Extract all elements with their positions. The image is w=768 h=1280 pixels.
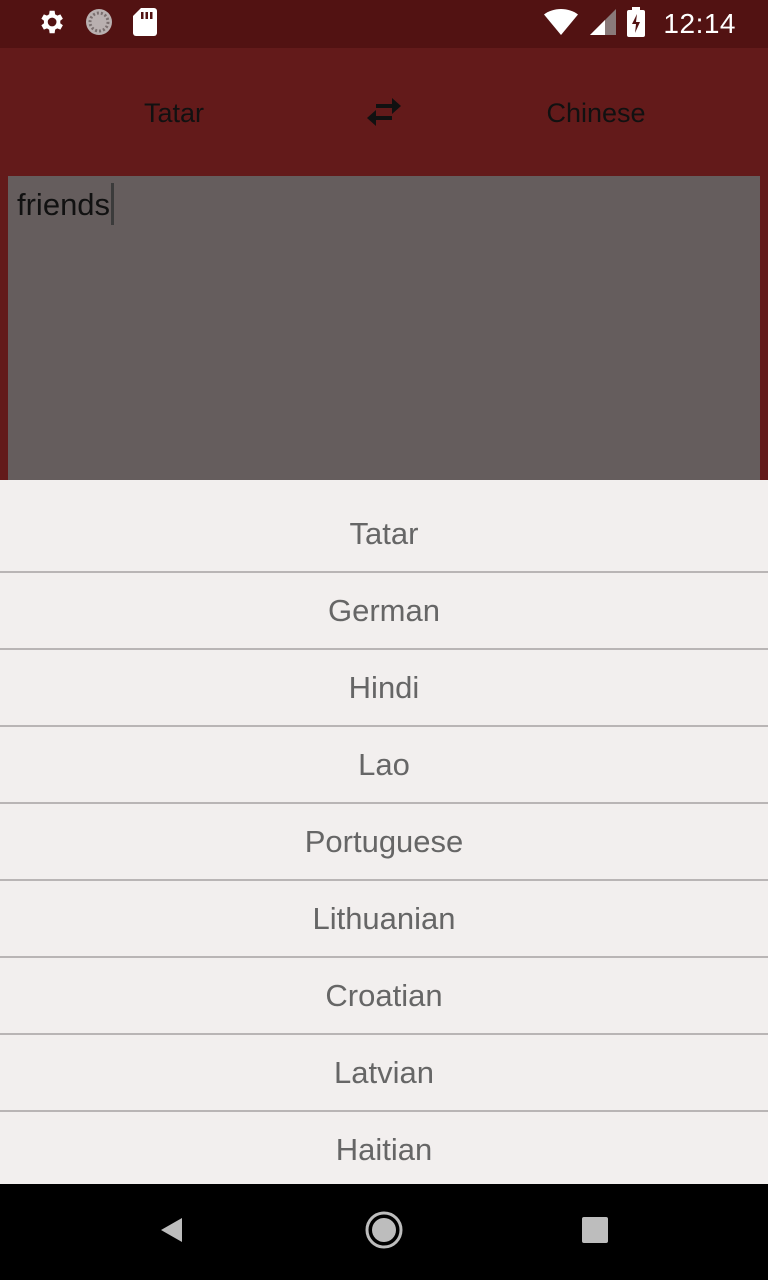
battery-charging-icon [627,6,646,42]
wifi-icon [543,8,579,41]
language-option-croatian[interactable]: Croatian [0,958,768,1035]
language-option-tatar[interactable]: Tatar [0,480,768,573]
language-option-haitian[interactable]: Haitian [0,1112,768,1184]
signal-icon [589,8,617,41]
target-language-button[interactable]: Chinese [482,78,710,148]
screen: 12:14 Tatar Chinese friends Tatar German… [0,0,768,1280]
status-right: 12:14 [543,6,768,42]
language-option-portuguese[interactable]: Portuguese [0,804,768,881]
swap-arrows-icon [364,97,404,132]
status-bar: 12:14 [0,0,768,48]
gear-icon [36,7,66,42]
recents-button[interactable] [571,1208,619,1256]
back-icon [157,1215,187,1250]
back-button[interactable] [148,1208,196,1256]
language-option-hindi[interactable]: Hindi [0,650,768,727]
status-time: 12:14 [663,8,736,39]
input-text: friends [17,187,111,223]
language-option-latvian[interactable]: Latvian [0,1035,768,1112]
home-button[interactable] [360,1208,408,1256]
recents-icon [581,1216,609,1249]
navigation-bar [0,1184,768,1280]
language-option-german[interactable]: German [0,573,768,650]
swap-languages-button[interactable] [354,86,414,142]
status-left [0,7,158,42]
sd-card-icon [132,7,158,42]
text-input[interactable]: friends [8,176,760,480]
sync-icon [84,7,114,42]
source-language-button[interactable]: Tatar [60,78,288,148]
home-icon [364,1210,404,1255]
language-toolbar: Tatar Chinese [0,48,768,176]
language-option-lao[interactable]: Lao [0,727,768,804]
language-option-lithuanian[interactable]: Lithuanian [0,881,768,958]
input-container: friends [0,176,768,480]
language-dropdown: Tatar German Hindi Lao Portuguese Lithua… [0,480,768,1184]
text-cursor [111,183,115,225]
